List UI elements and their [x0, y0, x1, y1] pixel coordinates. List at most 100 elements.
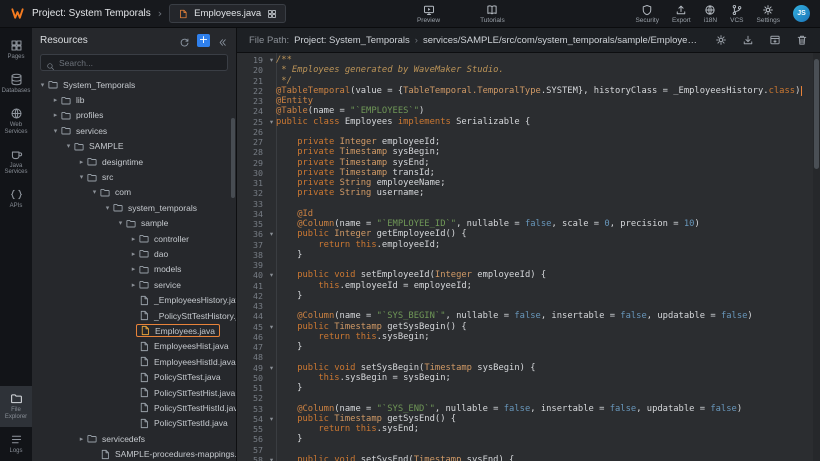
tree-item-designtime[interactable]: ▸designtime: [32, 154, 236, 169]
fold-arrow-icon[interactable]: ▾: [267, 117, 276, 127]
expand-arrow-icon[interactable]: ▸: [129, 250, 138, 258]
save-file-icon[interactable]: [769, 34, 781, 46]
tree-item-policystttesthistory-java[interactable]: _PolicySttTestHistory.java: [32, 308, 236, 323]
code-line-25[interactable]: 25▾public class Employees implements Ser…: [237, 117, 820, 127]
tree-item-com[interactable]: ▾com: [32, 185, 236, 200]
tree-item-system-temporals[interactable]: ▾system_temporals: [32, 200, 236, 215]
fold-arrow-icon[interactable]: ▾: [267, 55, 276, 65]
fold-arrow-icon[interactable]: ▾: [267, 229, 276, 239]
tree-item-system-temporals[interactable]: ▾System_Temporals: [32, 77, 236, 92]
tree-item-controller[interactable]: ▸controller: [32, 231, 236, 246]
code-line-26[interactable]: 26: [237, 127, 820, 137]
rail-item-web-services[interactable]: Web Services: [0, 101, 32, 142]
tree-item-policystttesthist-java[interactable]: PolicySttTestHist.java: [32, 385, 236, 400]
vcs-button[interactable]: VCS: [730, 3, 743, 24]
editor-scrollbar[interactable]: [813, 53, 820, 461]
add-resource-button[interactable]: +: [197, 34, 210, 47]
fold-arrow-icon[interactable]: ▾: [267, 270, 276, 280]
code-line-28[interactable]: 28 private Timestamp sysBegin;: [237, 147, 820, 157]
tree-item-servicedefs[interactable]: ▸servicedefs: [32, 431, 236, 446]
preview-button[interactable]: Preview: [417, 3, 440, 24]
code-line-21[interactable]: 21 */: [237, 76, 820, 86]
code-line-55[interactable]: 55 return this.sysEnd;: [237, 424, 820, 434]
refresh-icon[interactable]: [179, 35, 190, 46]
code-line-34[interactable]: 34 @Id: [237, 209, 820, 219]
code-line-36[interactable]: 36▾ public Integer getEmployeeId() {: [237, 229, 820, 239]
rail-item-apis[interactable]: APIs: [0, 182, 32, 216]
tree-item-employeeshist-java[interactable]: EmployeesHist.java: [32, 339, 236, 354]
code-line-41[interactable]: 41 this.employeeId = employeeId;: [237, 281, 820, 291]
tree-item-policystttesthistid-java[interactable]: PolicySttTestHistId.java: [32, 400, 236, 415]
tree-item-employeeshistory-java[interactable]: _EmployeesHistory.java: [32, 292, 236, 307]
open-file-tab[interactable]: Employees.java: [169, 4, 286, 23]
code-line-20[interactable]: 20 * Employees generated by WaveMaker St…: [237, 65, 820, 75]
code-line-24[interactable]: 24@Table(name = "`EMPLOYEES`"): [237, 106, 820, 116]
tree-item-models[interactable]: ▸models: [32, 262, 236, 277]
expand-arrow-icon[interactable]: ▸: [51, 96, 60, 104]
code-line-52[interactable]: 52: [237, 393, 820, 403]
settings-button[interactable]: Settings: [757, 3, 781, 24]
tree-item-employees-java[interactable]: Employees.java: [32, 323, 236, 338]
collapse-arrow-icon[interactable]: ▾: [51, 127, 60, 135]
search-input[interactable]: [59, 58, 222, 68]
expand-arrow-icon[interactable]: ▸: [129, 265, 138, 273]
code-line-56[interactable]: 56 }: [237, 434, 820, 444]
collapse-arrow-icon[interactable]: ▾: [90, 188, 99, 196]
code-line-33[interactable]: 33: [237, 199, 820, 209]
code-line-44[interactable]: 44 @Column(name = "`SYS_BEGIN`", nullabl…: [237, 311, 820, 321]
code-line-38[interactable]: 38 }: [237, 250, 820, 260]
resources-scrollbar[interactable]: [231, 118, 235, 198]
code-editor[interactable]: 19▾/**20 * Employees generated by WaveMa…: [237, 53, 820, 461]
expand-arrow-icon[interactable]: ▸: [51, 111, 60, 119]
code-line-35[interactable]: 35 @Column(name = "`EMPLOYEE_ID`", nulla…: [237, 219, 820, 229]
code-line-32[interactable]: 32 private String username;: [237, 188, 820, 198]
code-line-47[interactable]: 47 }: [237, 342, 820, 352]
expand-arrow-icon[interactable]: ▸: [129, 281, 138, 289]
code-line-31[interactable]: 31 private String employeeName;: [237, 178, 820, 188]
code-line-29[interactable]: 29 private Timestamp sysEnd;: [237, 158, 820, 168]
code-line-50[interactable]: 50 this.sysBegin = sysBegin;: [237, 373, 820, 383]
tree-item-employeeshistid-java[interactable]: EmployeesHistId.java: [32, 354, 236, 369]
apps-grid-icon[interactable]: [267, 9, 277, 19]
tree-item-policystttest-java[interactable]: PolicySttTest.java: [32, 369, 236, 384]
code-line-57[interactable]: 57: [237, 445, 820, 455]
wavemaker-logo-icon[interactable]: [10, 6, 25, 21]
tree-item-policystttestid-java[interactable]: PolicySttTestId.java: [32, 416, 236, 431]
tree-item-sample[interactable]: ▾SAMPLE: [32, 139, 236, 154]
rail-item-pages[interactable]: Pages: [0, 33, 32, 67]
fold-arrow-icon[interactable]: ▾: [267, 414, 276, 424]
user-avatar[interactable]: JS: [793, 5, 810, 22]
i18n-button[interactable]: i18N: [704, 3, 717, 24]
code-line-22[interactable]: 22@TableTemporal(value = {TableTemporal.…: [237, 86, 820, 96]
tree-item-dao[interactable]: ▸dao: [32, 246, 236, 261]
code-line-40[interactable]: 40▾ public void setEmployeeId(Integer em…: [237, 270, 820, 280]
download-file-icon[interactable]: [742, 34, 754, 46]
code-line-23[interactable]: 23@Entity: [237, 96, 820, 106]
code-line-51[interactable]: 51 }: [237, 383, 820, 393]
project-name[interactable]: Project: System Temporals: [32, 8, 151, 19]
rail-item-logs[interactable]: Logs: [0, 427, 32, 461]
code-line-54[interactable]: 54▾ public Timestamp getSysEnd() {: [237, 414, 820, 424]
collapse-arrow-icon[interactable]: ▾: [38, 81, 47, 89]
code-line-19[interactable]: 19▾/**: [237, 55, 820, 65]
tree-item-lib[interactable]: ▸lib: [32, 92, 236, 107]
rail-item-file-explorer[interactable]: File Explorer: [0, 386, 32, 427]
tutorials-button[interactable]: Tutorials: [480, 3, 505, 24]
rail-item-databases[interactable]: Databases: [0, 67, 32, 101]
code-line-27[interactable]: 27 private Integer employeeId;: [237, 137, 820, 147]
security-button[interactable]: Security: [635, 3, 658, 24]
tree-item-sample-procedures-mappings-json[interactable]: SAMPLE-procedures-mappings.json: [32, 446, 236, 461]
tree-item-sample[interactable]: ▾sample: [32, 216, 236, 231]
expand-arrow-icon[interactable]: ▸: [77, 435, 86, 443]
delete-file-icon[interactable]: [796, 34, 808, 46]
export-button[interactable]: Export: [672, 3, 691, 24]
code-line-45[interactable]: 45▾ public Timestamp getSysBegin() {: [237, 322, 820, 332]
fold-arrow-icon[interactable]: ▾: [267, 455, 276, 461]
tree-item-services[interactable]: ▾services: [32, 123, 236, 138]
collapse-panel-icon[interactable]: [217, 35, 228, 46]
fold-arrow-icon[interactable]: ▾: [267, 363, 276, 373]
expand-arrow-icon[interactable]: ▸: [77, 158, 86, 166]
gear-icon[interactable]: [715, 34, 727, 46]
tree-item-service[interactable]: ▸service: [32, 277, 236, 292]
code-line-43[interactable]: 43: [237, 301, 820, 311]
